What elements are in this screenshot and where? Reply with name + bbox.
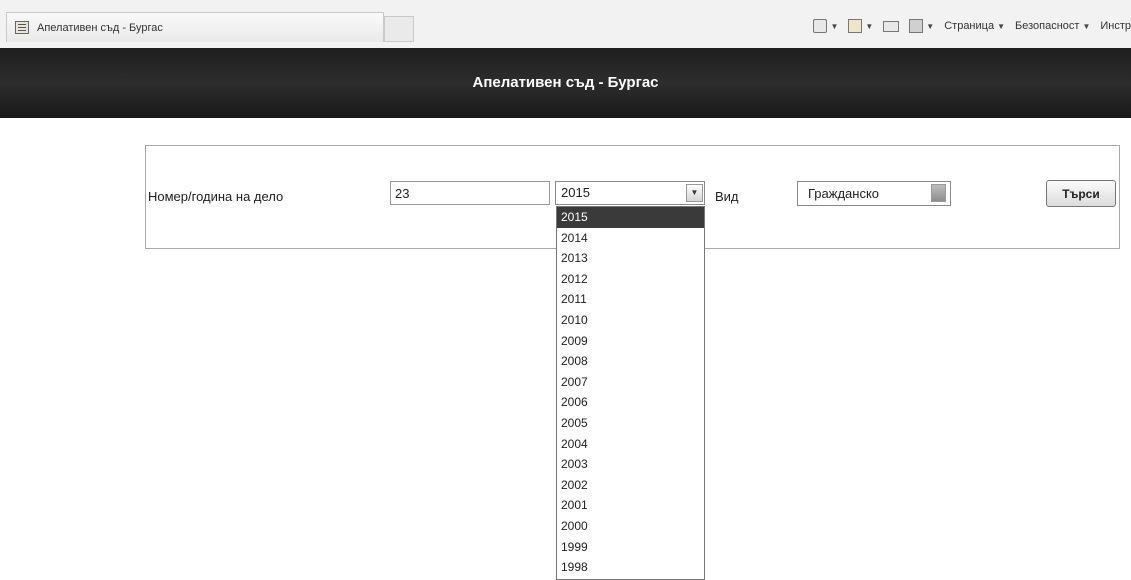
year-option[interactable]: 2000: [557, 516, 704, 537]
case-type-select[interactable]: Гражданско: [797, 181, 951, 206]
chevron-down-icon: ▼: [997, 21, 1005, 31]
year-option[interactable]: 2004: [557, 434, 704, 455]
chevron-down-icon: ▼: [1082, 21, 1091, 31]
year-option[interactable]: 2014: [557, 228, 704, 249]
security-menu[interactable]: Безопасност ▼: [1015, 20, 1090, 32]
page-favicon-icon: [15, 21, 29, 34]
case-type-value: Гражданско: [808, 186, 880, 201]
print-icon: [909, 19, 924, 33]
mail-icon: [883, 20, 900, 32]
year-option[interactable]: 2008: [557, 351, 704, 372]
home-button[interactable]: ▼: [813, 19, 838, 33]
year-option[interactable]: 2013: [557, 248, 704, 269]
tools-menu-label: Инстр: [1100, 20, 1131, 32]
year-option[interactable]: 2001: [557, 495, 704, 516]
chevron-down-icon[interactable]: ▼: [686, 184, 703, 202]
mail-button[interactable]: [883, 20, 900, 32]
year-option[interactable]: 1998: [557, 557, 704, 578]
year-select[interactable]: 2015 ▼: [555, 181, 705, 205]
year-option[interactable]: 2009: [557, 331, 704, 352]
chevron-down-icon[interactable]: [931, 184, 946, 202]
browser-toolbar: Апелативен съд - Бургас ▼ ▼ ▼ Страница ▼ …: [0, 0, 1131, 48]
browser-tab[interactable]: Апелативен съд - Бургас: [6, 12, 384, 42]
year-option[interactable]: 2010: [557, 310, 704, 331]
command-bar: ▼ ▼ ▼ Страница ▼ Безопасност ▼ Инстр: [813, 12, 1131, 40]
site-header: Апелативен съд - Бургас: [0, 48, 1131, 118]
chevron-down-icon: ▼: [865, 21, 874, 31]
case-number-input[interactable]: [390, 181, 550, 205]
year-option[interactable]: 2003: [557, 454, 704, 475]
year-dropdown-list[interactable]: 2015 2014 2013 2012 2011 2010 2009 2008 2007 2006…: [556, 206, 705, 580]
new-tab-button[interactable]: [384, 16, 414, 42]
page-title: Апелативен съд - Бургас: [472, 74, 659, 91]
year-option[interactable]: 2007: [557, 372, 704, 393]
year-option[interactable]: 2006: [557, 392, 704, 413]
page-menu[interactable]: Страница ▼: [944, 20, 1005, 32]
print-button[interactable]: ▼: [909, 19, 934, 33]
case-type-label: Вид: [715, 189, 739, 204]
page-menu-label: Страница: [944, 20, 995, 32]
year-select-value: 2015: [561, 185, 590, 200]
year-option[interactable]: 2015: [557, 207, 704, 228]
security-menu-label: Безопасност: [1015, 20, 1080, 32]
chevron-down-icon: ▼: [830, 21, 839, 31]
feeds-button[interactable]: ▼: [848, 19, 873, 33]
feed-icon: [848, 19, 863, 33]
year-option[interactable]: 2005: [557, 413, 704, 434]
year-option[interactable]: 2011: [557, 289, 704, 310]
search-button[interactable]: Търси: [1046, 180, 1116, 207]
tools-menu[interactable]: Инстр: [1100, 20, 1131, 32]
year-option[interactable]: 2012: [557, 269, 704, 290]
chevron-down-icon: ▼: [926, 21, 935, 31]
year-option[interactable]: 1999: [557, 537, 704, 558]
home-icon: [813, 19, 828, 33]
tab-title: Апелативен съд - Бургас: [37, 22, 163, 34]
case-number-label: Номер/година на дело: [148, 189, 284, 204]
year-option[interactable]: 2002: [557, 475, 704, 496]
